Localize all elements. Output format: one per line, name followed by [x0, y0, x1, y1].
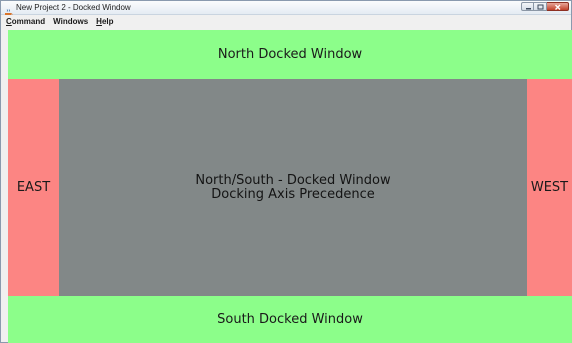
east-dock-label: EAST — [16, 180, 51, 195]
maximize-button[interactable] — [534, 2, 547, 11]
dock-area: North Docked Window EAST North/South - D… — [8, 30, 572, 343]
center-docked-window[interactable]: North/South - Docked Window Docking Axis… — [59, 79, 527, 296]
south-dock-label: South Docked Window — [217, 312, 363, 327]
application-window: New Project 2 - Docked Window Command Wi… — [0, 0, 572, 343]
north-docked-window[interactable]: North Docked Window — [8, 30, 572, 79]
close-button[interactable] — [547, 2, 569, 11]
west-dock-label: WEST — [530, 180, 569, 195]
north-dock-label: North Docked Window — [217, 47, 363, 62]
south-docked-window[interactable]: South Docked Window — [8, 296, 572, 343]
java-coffee-icon[interactable] — [4, 3, 13, 17]
west-docked-window[interactable]: WEST — [527, 79, 572, 296]
center-dock-label-line2: Docking Axis Precedence — [211, 186, 375, 202]
close-icon — [555, 4, 561, 10]
menu-command[interactable]: Command — [3, 16, 48, 28]
menu-windows[interactable]: Windows — [50, 16, 91, 28]
east-docked-window[interactable]: EAST — [8, 79, 59, 296]
menu-bar: Command Windows Help — [1, 15, 571, 28]
menu-help[interactable]: Help — [93, 16, 116, 28]
title-bar[interactable]: New Project 2 - Docked Window — [1, 1, 571, 17]
maximize-icon — [537, 4, 544, 10]
center-dock-label-line1: North/South - Docked Window — [195, 172, 391, 188]
minimize-button[interactable] — [521, 2, 534, 11]
window-title: New Project 2 - Docked Window — [16, 3, 131, 12]
window-controls — [521, 2, 569, 12]
